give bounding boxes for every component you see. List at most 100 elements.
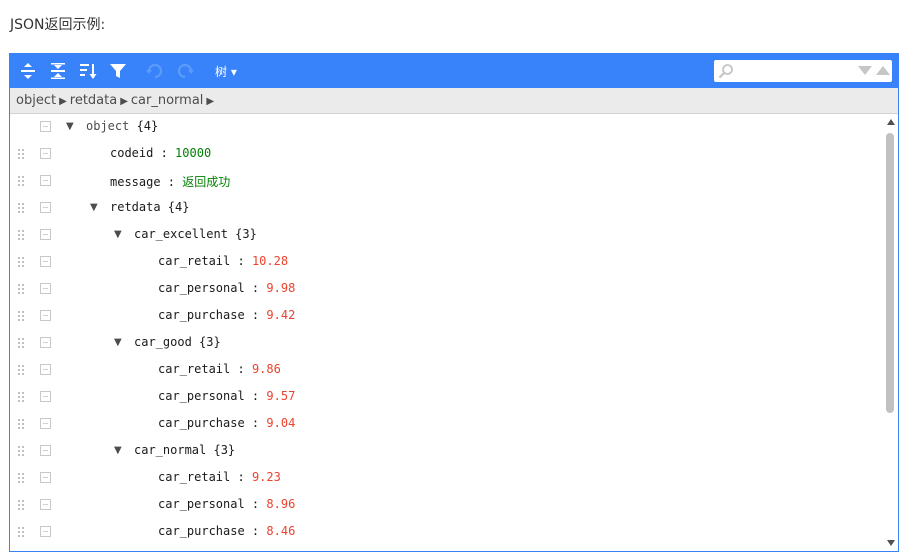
drag-handle-icon[interactable]	[17, 148, 25, 161]
expand-all-button[interactable]	[17, 61, 39, 81]
tree-node[interactable]: car_purchase : 9.42	[158, 308, 295, 322]
tree-node[interactable]: codeid : 10000	[110, 146, 211, 160]
field-name[interactable]: car_purchase	[158, 416, 245, 430]
context-menu-button[interactable]	[40, 391, 51, 402]
context-menu-button[interactable]	[40, 283, 51, 294]
tree-node[interactable]: car_personal : 8.96	[158, 497, 295, 511]
separator: :	[244, 497, 267, 511]
field-name[interactable]: car_purchase	[158, 308, 245, 322]
field-value[interactable]: 9.23	[252, 470, 281, 484]
field-name[interactable]: car_normal	[134, 443, 206, 457]
context-menu-button[interactable]	[40, 148, 51, 159]
context-menu-button[interactable]	[40, 499, 51, 510]
field-name[interactable]: object	[86, 119, 129, 133]
field-name[interactable]: car_excellent	[134, 227, 228, 241]
field-name[interactable]: car_retail	[158, 254, 230, 268]
breadcrumb-expand-icon[interactable]: ▶	[206, 96, 214, 107]
field-name[interactable]: message	[110, 175, 161, 189]
field-value[interactable]: 10.28	[252, 254, 288, 268]
context-menu-button[interactable]	[40, 256, 51, 267]
undo-button[interactable]	[144, 61, 166, 81]
sort-button[interactable]	[77, 61, 99, 81]
context-menu-button[interactable]	[40, 310, 51, 321]
expand-toggle-icon[interactable]: ▼	[90, 202, 98, 213]
field-value[interactable]: 8.46	[266, 524, 295, 538]
separator: :	[244, 308, 267, 322]
field-value[interactable]: 8.96	[266, 497, 295, 511]
redo-button[interactable]	[174, 61, 196, 81]
drag-handle-icon[interactable]	[17, 256, 25, 269]
drag-handle-icon[interactable]	[17, 472, 25, 485]
context-menu-button[interactable]	[40, 175, 51, 186]
field-value[interactable]: 9.98	[266, 281, 295, 295]
mode-dropdown[interactable]: 树 ▾	[215, 63, 237, 80]
context-menu-button[interactable]	[40, 202, 51, 213]
tree-node[interactable]: car_purchase : 8.46	[158, 524, 295, 538]
field-name[interactable]: car_retail	[158, 362, 230, 376]
drag-handle-icon[interactable]	[17, 229, 25, 242]
tree-node[interactable]: car_retail : 9.86	[158, 362, 281, 376]
tree-node[interactable]: message : 返回成功	[110, 173, 230, 190]
field-name[interactable]: retdata	[110, 200, 161, 214]
tree-node[interactable]: car_purchase : 9.04	[158, 416, 295, 430]
drag-handle-icon[interactable]	[17, 310, 25, 323]
breadcrumb-item-retdata[interactable]: retdata	[70, 93, 117, 108]
tree-node[interactable]: car_good {3}	[134, 335, 221, 349]
collapse-all-button[interactable]	[47, 61, 69, 81]
context-menu-button[interactable]	[40, 229, 51, 240]
breadcrumb-item-car-normal[interactable]: car_normal	[131, 93, 204, 108]
tree-node[interactable]: car_retail : 10.28	[158, 254, 288, 268]
tree-node[interactable]: object {4}	[86, 119, 158, 133]
drag-handle-icon[interactable]	[17, 499, 25, 512]
drag-handle-icon[interactable]	[17, 445, 25, 458]
tree-node[interactable]: retdata {4}	[110, 200, 189, 214]
field-value[interactable]: 9.04	[266, 416, 295, 430]
field-value[interactable]: 9.86	[252, 362, 281, 376]
field-value[interactable]: 9.42	[266, 308, 295, 322]
tree-node[interactable]: car_personal : 9.98	[158, 281, 295, 295]
context-menu-button[interactable]	[40, 472, 51, 483]
drag-handle-icon[interactable]	[17, 175, 25, 188]
field-name[interactable]: car_personal	[158, 389, 245, 403]
drag-handle-icon[interactable]	[17, 202, 25, 215]
context-menu-button[interactable]	[40, 337, 51, 348]
drag-handle-icon[interactable]	[17, 391, 25, 404]
context-menu-button[interactable]	[40, 445, 51, 456]
field-value[interactable]: 返回成功	[182, 175, 230, 189]
field-name[interactable]: car_personal	[158, 281, 245, 295]
field-value[interactable]: 10000	[175, 146, 211, 160]
breadcrumb-item-object[interactable]: object	[16, 93, 56, 108]
drag-handle-icon[interactable]	[17, 364, 25, 377]
search-input[interactable]	[738, 62, 852, 80]
filter-button[interactable]	[107, 61, 129, 81]
tree-node[interactable]: car_personal : 9.57	[158, 389, 295, 403]
scrollbar-thumb[interactable]	[886, 133, 894, 413]
expand-toggle-icon[interactable]: ▼	[114, 229, 122, 240]
drag-handle-icon[interactable]	[17, 418, 25, 431]
tree-row: car_personal : 8.96	[10, 492, 882, 519]
scroll-up-icon	[887, 119, 895, 125]
expand-toggle-icon[interactable]: ▼	[114, 337, 122, 348]
tree-node[interactable]: car_normal {3}	[134, 443, 235, 457]
vertical-scrollbar[interactable]	[882, 114, 898, 551]
field-name[interactable]: car_good	[134, 335, 192, 349]
field-name[interactable]: codeid	[110, 146, 153, 160]
child-count: {4}	[129, 119, 159, 133]
tree-row: message : 返回成功	[10, 168, 882, 195]
tree-node[interactable]: car_excellent {3}	[134, 227, 257, 241]
drag-handle-icon[interactable]	[17, 337, 25, 350]
context-menu-button[interactable]	[40, 418, 51, 429]
drag-handle-icon[interactable]	[17, 283, 25, 296]
field-name[interactable]: car_purchase	[158, 524, 245, 538]
context-menu-button[interactable]	[40, 526, 51, 537]
context-menu-button[interactable]	[40, 364, 51, 375]
field-name[interactable]: car_personal	[158, 497, 245, 511]
drag-handle-icon[interactable]	[17, 526, 25, 539]
field-name[interactable]: car_retail	[158, 470, 230, 484]
field-value[interactable]: 9.57	[266, 389, 295, 403]
expand-toggle-icon[interactable]: ▼	[66, 121, 74, 132]
context-menu-button[interactable]	[40, 121, 51, 132]
tree-row: car_purchase : 8.46	[10, 519, 882, 546]
expand-toggle-icon[interactable]: ▼	[114, 445, 122, 456]
tree-node[interactable]: car_retail : 9.23	[158, 470, 281, 484]
